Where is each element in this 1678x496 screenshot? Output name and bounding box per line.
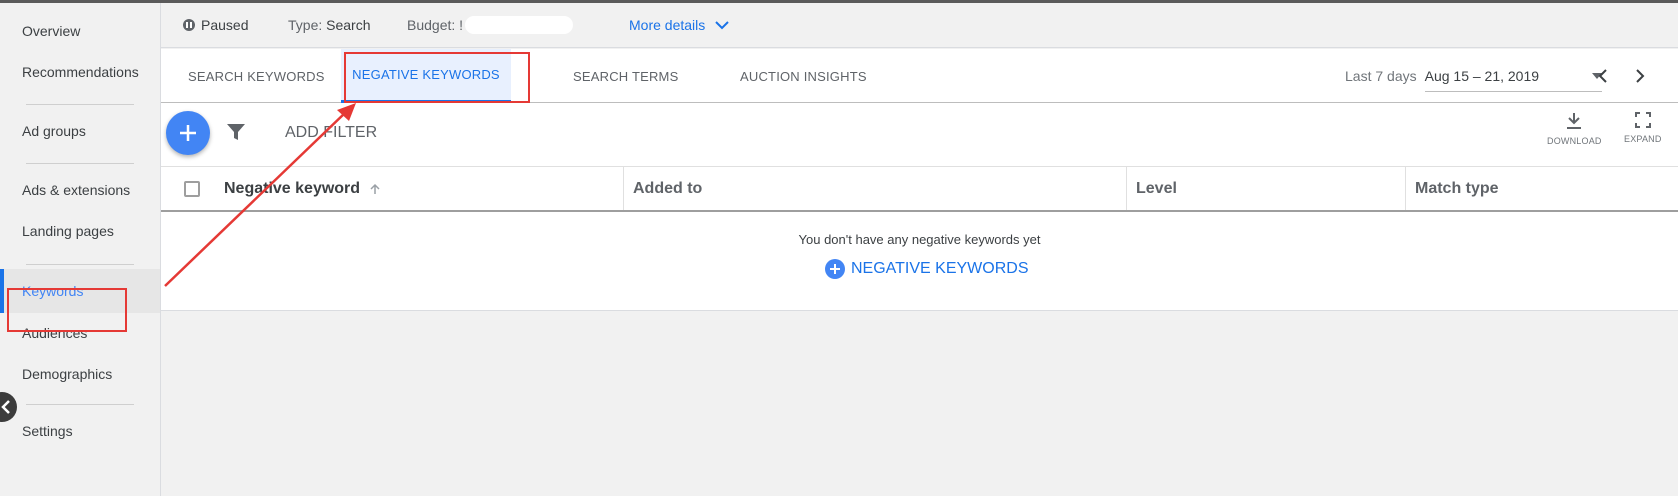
date-range-label: Last 7 days [1345,68,1417,84]
sidebar-item-overview[interactable]: Overview [0,9,160,53]
sidebar-item-label: Settings [22,423,73,439]
annotation-highlight-keywords [7,288,127,332]
chevron-left-icon [1,400,10,414]
campaign-status: Paused [183,17,248,33]
plus-circle-icon [825,259,845,279]
column-match-type[interactable]: Match type [1405,167,1678,210]
column-label: Added to [633,179,703,197]
sidebar-item-ad-groups[interactable]: Ad groups [0,109,160,153]
download-button[interactable]: DOWNLOAD [1547,112,1602,146]
sidebar-item-settings[interactable]: Settings [0,409,160,453]
expand-button[interactable]: EXPAND [1624,112,1662,144]
tab-search-keywords[interactable]: SEARCH KEYWORDS [188,49,325,103]
next-period-button[interactable] [1630,66,1650,86]
add-negative-keywords-link[interactable]: NEGATIVE KEYWORDS [825,259,1029,279]
previous-period-button[interactable] [1592,66,1612,86]
expand-icon [1634,112,1651,128]
tab-auction-insights[interactable]: AUCTION INSIGHTS [740,49,867,103]
campaign-budget: Budget: ! [407,16,574,34]
sidebar-divider [26,264,134,265]
expand-label: EXPAND [1624,134,1662,144]
table-toolbar: ADD FILTER DOWNLOAD EXPAND [161,104,1678,167]
sidebar-item-label: Ads & extensions [22,182,131,198]
sidebar-item-label: Landing pages [22,223,114,239]
chevron-right-icon [1635,69,1644,83]
select-all-checkbox[interactable] [184,181,200,197]
sidebar-item-label: Demographics [22,366,113,382]
budget-redacted [465,16,574,34]
add-filter-button[interactable]: ADD FILTER [285,124,377,142]
date-range-picker: Last 7 days Aug 15 – 21, 2019 [1345,49,1602,103]
filter-icon [227,124,245,140]
type-label: Type: [288,17,323,33]
sidebar-item-ads-extensions[interactable]: Ads & extensions [0,168,160,212]
plus-icon [180,125,196,141]
filter-button[interactable] [226,122,246,147]
column-level[interactable]: Level [1126,167,1406,210]
sidebar-divider [26,163,134,164]
sidebar-item-label: Overview [22,23,81,39]
column-label: Negative keyword [224,179,361,197]
download-icon [1567,113,1582,129]
empty-state-message: You don't have any negative keywords yet [798,232,1041,247]
sidebar-nav: Overview Recommendations Ad groups Ads &… [0,3,161,496]
download-label: DOWNLOAD [1547,136,1602,146]
pause-icon [183,19,195,31]
tab-label: SEARCH TERMS [573,68,679,84]
more-details-link[interactable]: More details [629,17,729,33]
budget-label: Budget: ! [407,17,464,33]
add-negative-keyword-button[interactable] [166,111,210,155]
status-text: Paused [201,17,249,33]
date-range-value: Aug 15 – 21, 2019 [1424,67,1540,84]
sort-arrow-up-icon [370,183,380,194]
empty-action-label: NEGATIVE KEYWORDS [851,260,1029,277]
type-value: Search [326,17,371,33]
sidebar-item-label: Ad groups [22,123,86,139]
tab-label: AUCTION INSIGHTS [740,68,867,84]
sidebar-item-recommendations[interactable]: Recommendations [0,50,160,94]
campaign-status-bar: Paused Type: Search Budget: ! More detai… [161,3,1678,48]
campaign-type: Type: Search [288,17,371,33]
sidebar-item-label: Recommendations [22,64,139,80]
column-label: Match type [1415,179,1499,197]
table-header: Negative keyword Added to Level Match ty… [161,167,1678,212]
tab-search-terms[interactable]: SEARCH TERMS [573,49,678,103]
column-label: Level [1136,179,1177,197]
sidebar-divider [26,404,134,405]
tab-label: SEARCH KEYWORDS [188,68,325,84]
sidebar-item-demographics[interactable]: Demographics [0,352,160,396]
column-negative-keyword[interactable]: Negative keyword [215,167,644,210]
chevron-left-icon [1598,69,1607,83]
date-range-select[interactable]: Aug 15 – 21, 2019 [1424,60,1602,92]
annotation-highlight-negative-tab [344,52,530,103]
column-added-to[interactable]: Added to [623,167,1127,210]
chevron-down-icon [715,20,729,29]
more-details-label: More details [629,17,706,33]
sidebar-item-landing-pages[interactable]: Landing pages [0,209,160,253]
sidebar-divider [26,104,134,105]
